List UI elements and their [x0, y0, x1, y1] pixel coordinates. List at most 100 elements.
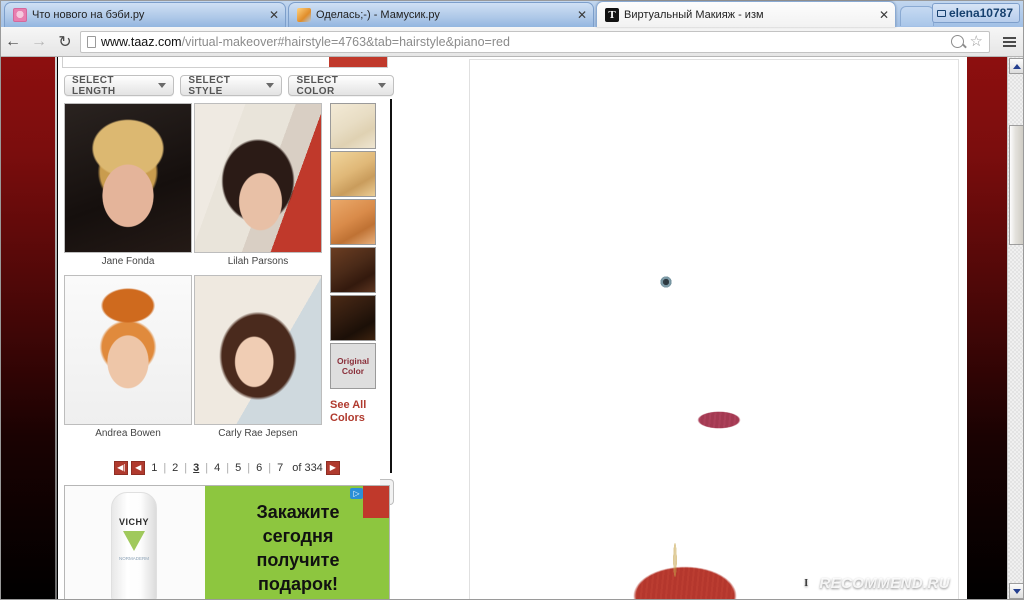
close-icon[interactable]: ✕ — [575, 8, 589, 22]
hairstyle-name: Andrea Bowen — [95, 428, 161, 439]
color-swatch-golden-blonde[interactable] — [330, 151, 376, 197]
pagination-separator: | — [247, 462, 251, 474]
hairstyle-thumbnail[interactable] — [194, 275, 322, 425]
hairstyle-item[interactable]: Lilah Parsons — [194, 103, 322, 269]
see-all-colors-line2: Colors — [330, 412, 365, 424]
original-color-line1: Original — [336, 356, 370, 366]
pagination-separator: | — [184, 462, 188, 474]
pagination-first-button[interactable]: ◀| — [114, 461, 129, 475]
site-left-rail — [0, 57, 57, 600]
pagination-page-2[interactable]: 2 — [169, 462, 181, 474]
pagination-prev-button[interactable]: ◀ — [131, 461, 146, 475]
address-bar-url: www.taaz.com/virtual-makeover#hairstyle=… — [101, 35, 510, 49]
ad-brand-name: VICHY — [118, 517, 149, 527]
pagination-page-4[interactable]: 4 — [211, 462, 223, 474]
pagination-page-6[interactable]: 6 — [253, 462, 265, 474]
pagination-separator: | — [268, 462, 272, 474]
hairstyle-name: Carly Rae Jepsen — [218, 428, 298, 439]
browser-menu-icon[interactable] — [996, 29, 1022, 55]
adchoices-icon[interactable]: ▷ — [350, 488, 363, 499]
panel-top-stub — [62, 57, 388, 68]
recommend-watermark-text: RECOMMEND.RU — [819, 575, 950, 592]
hairstyle-item[interactable]: Jane Fonda — [64, 103, 192, 269]
url-domain: www.taaz.com — [101, 34, 182, 49]
browser-tab-2[interactable]: Оделась;-) - Мамусик.ру ✕ — [288, 2, 594, 27]
ad-line-3: получите — [256, 550, 340, 570]
pagination-total-label: of 334 — [292, 462, 323, 474]
select-style-button[interactable]: SELECT STYLE — [180, 74, 283, 97]
vichy-tube-icon: VICHY NORMADERM — [111, 492, 157, 599]
page-viewport: SELECT LENGTH SELECT STYLE SELECT COLOR — [0, 57, 1024, 600]
scroll-up-button[interactable] — [1009, 58, 1024, 74]
hairstyle-name: Lilah Parsons — [227, 256, 289, 267]
hair-texture-overlay — [470, 60, 958, 599]
hairstyle-item[interactable]: Carly Rae Jepsen — [194, 275, 322, 441]
makeover-preview-photo[interactable]: I RECOMMEND.RU — [469, 59, 959, 600]
reload-icon[interactable]: ↻ — [52, 29, 78, 55]
pagination-separator: | — [205, 462, 209, 474]
new-tab-button[interactable] — [900, 6, 934, 26]
chevron-down-icon — [158, 83, 167, 88]
screenshot-root: Что нового на бэби.ру ✕ Оделась;-) - Мам… — [0, 0, 1024, 600]
address-bar[interactable]: www.taaz.com/virtual-makeover#hairstyle=… — [80, 30, 990, 53]
color-swatch-darkest-brown[interactable] — [330, 295, 376, 341]
hair-color-swatch-list: Original Color See All Colors » — [330, 103, 394, 505]
bookmark-star-icon[interactable]: ☆ — [970, 34, 983, 49]
ad-line-2: сегодня — [262, 526, 334, 546]
search-icon[interactable] — [950, 35, 964, 48]
ad-corner-accent — [363, 486, 389, 518]
ad-line-4: подарок! — [257, 574, 339, 594]
color-swatch-copper-red[interactable] — [330, 199, 376, 245]
pagination-page-1[interactable]: 1 — [148, 462, 160, 474]
taaz-favicon-icon: T — [605, 7, 619, 22]
hairstyle-panel: SELECT LENGTH SELECT STYLE SELECT COLOR — [58, 57, 394, 600]
pagination-next-button[interactable]: ▶ — [325, 461, 340, 475]
select-length-button[interactable]: SELECT LENGTH — [64, 74, 175, 97]
select-color-button[interactable]: SELECT COLOR — [288, 74, 394, 97]
browser-tab-3-title: Виртуальный Макияж - изм — [624, 8, 764, 21]
browser-chrome: Что нового на бэби.ру ✕ Оделась;-) - Мам… — [0, 0, 1024, 57]
user-account-label: elena10787 — [948, 6, 1013, 20]
forward-icon[interactable]: → — [26, 29, 52, 55]
browser-tab-2-title: Оделась;-) - Мамусик.ру — [316, 9, 440, 21]
hairstyle-thumbnail[interactable] — [194, 103, 322, 253]
site-content: SELECT LENGTH SELECT STYLE SELECT COLOR — [58, 57, 967, 600]
browser-tab-3-active[interactable]: T Виртуальный Макияж - изм ✕ — [596, 1, 896, 27]
browser-tab-1[interactable]: Что нового на бэби.ру ✕ — [4, 2, 286, 27]
pagination-separator: | — [226, 462, 230, 474]
color-swatch-pale-blonde[interactable] — [330, 103, 376, 149]
advertisement-banner[interactable]: VICHY NORMADERM Закажите сегодня получит… — [64, 485, 390, 600]
select-color-label: SELECT COLOR — [296, 74, 339, 97]
hairstyle-thumbnail[interactable] — [64, 275, 192, 425]
site-right-rail — [960, 57, 1007, 600]
hairstyle-item[interactable]: Andrea Bowen — [64, 275, 192, 441]
chevron-down-icon — [1012, 588, 1021, 594]
chevron-down-icon — [266, 83, 275, 88]
original-color-swatch[interactable]: Original Color — [330, 343, 376, 389]
pagination-separator: | — [163, 462, 167, 474]
color-swatch-dark-brown[interactable] — [330, 247, 376, 293]
url-path: /virtual-makeover#hairstyle=4763&tab=hai… — [181, 34, 510, 49]
see-all-colors-link[interactable]: See All Colors — [330, 399, 376, 425]
scrollbar-thumb[interactable] — [1009, 125, 1024, 245]
user-icon — [936, 9, 946, 17]
pagination-page-3-current[interactable]: 3 — [190, 462, 202, 474]
pagination-page-7[interactable]: 7 — [274, 462, 286, 474]
vertical-scrollbar[interactable] — [1007, 57, 1024, 600]
ad-product-name: NORMADERM — [119, 556, 149, 561]
select-length-label: SELECT LENGTH — [72, 74, 116, 97]
see-all-colors-line1: See All — [330, 399, 367, 411]
hairstyle-thumbnail[interactable] — [64, 103, 192, 253]
pagination: ◀| ◀ 1 | 2 | 3 | 4 | 5 | 6 | 7 of 334 ▶ — [64, 461, 390, 475]
scroll-down-button[interactable] — [1009, 583, 1024, 599]
babyru-favicon-icon — [13, 8, 27, 22]
user-account-button[interactable]: elena10787 — [931, 3, 1020, 23]
pagination-page-5[interactable]: 5 — [232, 462, 244, 474]
chevron-down-icon — [378, 83, 386, 88]
ad-product-image: VICHY NORMADERM — [65, 486, 205, 599]
back-icon[interactable]: ← — [0, 29, 26, 55]
recommend-badge-icon: I — [798, 576, 815, 591]
close-icon[interactable]: ✕ — [267, 8, 281, 22]
select-style-label: SELECT STYLE — [188, 74, 231, 97]
close-icon[interactable]: ✕ — [877, 8, 891, 22]
